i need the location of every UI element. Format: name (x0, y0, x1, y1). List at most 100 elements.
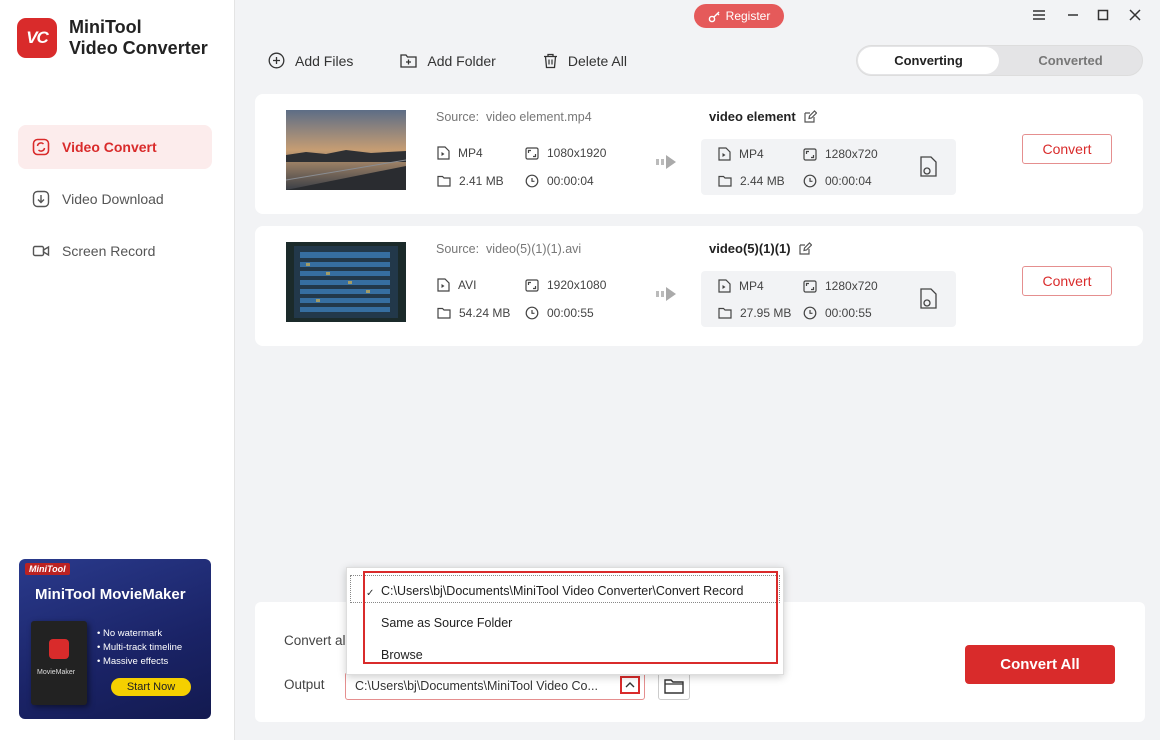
size-value: 2.41 MB (459, 174, 504, 188)
convert-button[interactable]: Convert (1022, 134, 1112, 164)
delete-all-button[interactable]: Delete All (543, 53, 627, 69)
resolution-icon (525, 278, 539, 292)
folder-icon (718, 307, 732, 319)
convert-all-to-label: Convert all (284, 633, 349, 648)
sidebar-item-video-convert[interactable]: Video Convert (18, 125, 212, 169)
convert-all-button[interactable]: Convert All (965, 645, 1115, 684)
sidebar-item-screen-record[interactable]: Screen Record (18, 229, 212, 273)
settings-gear-icon[interactable] (920, 288, 938, 310)
source-resolution: 1080x1920 (525, 146, 606, 160)
video-thumbnail[interactable] (286, 110, 406, 190)
source-label: Source: (436, 110, 480, 124)
delete-all-label: Delete All (567, 52, 627, 69)
size-value: 54.24 MB (459, 306, 511, 320)
key-icon (708, 11, 720, 22)
add-files-label: Add Files (295, 52, 354, 69)
source-filename: video(5)(1)(1).avi (486, 242, 582, 256)
status-tabs: Converting Converted (856, 45, 1143, 76)
format-value: MP4 (739, 279, 764, 293)
duration-value: 00:00:04 (825, 174, 872, 188)
chevron-up-icon[interactable] (620, 676, 640, 694)
output-settings-box[interactable]: MP4 1280x720 27.95 MB 00:00:55 (701, 271, 956, 327)
output-duration: 00:00:04 (803, 174, 872, 188)
output-path-select[interactable]: C:\Users\bj\Documents\MiniTool Video Co.… (345, 672, 645, 700)
add-folder-button[interactable]: Add Folder (400, 52, 496, 69)
clock-icon (525, 306, 539, 320)
format-value: MP4 (739, 147, 764, 161)
sidebar-nav: Video Convert Video Download Screen Reco… (18, 125, 212, 281)
sidebar-item-label: Screen Record (62, 243, 156, 259)
browse-folder-button[interactable] (658, 672, 690, 700)
tab-converting[interactable]: Converting (858, 47, 999, 74)
folder-icon (437, 175, 451, 187)
folder-icon (664, 679, 684, 694)
maximize-icon[interactable] (1096, 8, 1110, 22)
app-logo: VC MiniTool Video Converter (17, 17, 208, 59)
output-settings-box[interactable]: MP4 1280x720 2.44 MB 00:00:04 (701, 139, 956, 195)
moviemaker-logo-icon (49, 639, 69, 659)
edit-icon[interactable] (804, 110, 817, 123)
edit-icon[interactable] (799, 242, 812, 255)
ad-brand: MiniTool (25, 563, 70, 575)
source-filename: video element.mp4 (486, 110, 592, 124)
close-icon[interactable] (1128, 8, 1142, 22)
toolbar: Add Files Add Folder Delete All (268, 52, 674, 69)
register-button[interactable]: Register (694, 4, 784, 28)
resolution-value: 1280x720 (825, 279, 878, 293)
resolution-value: 1080x1920 (547, 146, 607, 160)
source-size: 54.24 MB (437, 306, 510, 320)
file-format-icon (437, 146, 450, 160)
output-format: MP4 (718, 147, 764, 161)
ad-title: MiniTool MovieMaker (35, 586, 186, 603)
file-card: Source: video element.mp4 MP4 1080x1920 … (255, 94, 1143, 214)
start-now-button[interactable]: Start Now (111, 678, 191, 696)
output-path-value: C:\Users\bj\Documents\MiniTool Video Co.… (355, 679, 598, 693)
output-size: 27.95 MB (718, 306, 791, 320)
ad-feature: • Massive effects (97, 656, 169, 667)
output-resolution: 1280x720 (803, 279, 878, 293)
source-info: Source: video element.mp4 (436, 110, 592, 124)
source-size: 2.41 MB (437, 174, 504, 188)
file-format-icon (718, 279, 731, 293)
output-name: video element (709, 109, 817, 124)
arrow-right-icon (656, 287, 676, 301)
output-duration: 00:00:55 (803, 306, 872, 320)
file-format-icon (718, 147, 731, 161)
sidebar: VC MiniTool Video Converter Video Conver… (0, 0, 235, 740)
add-folder-label: Add Folder (427, 52, 496, 69)
trash-icon (543, 53, 557, 68)
format-value: MP4 (458, 146, 483, 160)
download-icon (32, 190, 50, 208)
resolution-value: 1920x1080 (547, 278, 607, 292)
tab-converted[interactable]: Converted (1000, 47, 1141, 74)
output-format: MP4 (718, 279, 764, 293)
add-folder-icon (400, 54, 418, 68)
ad-box-label: MovieMaker (37, 669, 76, 676)
app-name-line2: Video Converter (69, 38, 208, 58)
convert-icon (32, 138, 50, 156)
minimize-icon[interactable] (1066, 8, 1080, 22)
app-name-line1: MiniTool (69, 17, 142, 37)
output-resolution: 1280x720 (803, 147, 878, 161)
resolution-icon (525, 146, 539, 160)
app-logo-icon: VC (17, 18, 57, 58)
add-files-button[interactable]: Add Files (268, 52, 353, 69)
highlight-box (363, 571, 778, 664)
sidebar-item-video-download[interactable]: Video Download (18, 177, 212, 221)
moviemaker-ad[interactable]: MiniTool MiniTool MovieMaker MovieMaker … (19, 559, 211, 719)
convert-button[interactable]: Convert (1022, 266, 1112, 296)
resolution-icon (803, 147, 817, 161)
register-label: Register (725, 9, 771, 23)
settings-gear-icon[interactable] (920, 156, 938, 178)
resolution-value: 1280x720 (825, 147, 878, 161)
duration-value: 00:00:55 (547, 306, 594, 320)
menu-icon[interactable] (1032, 8, 1046, 22)
video-thumbnail[interactable] (286, 242, 406, 322)
duration-value: 00:00:04 (547, 174, 594, 188)
source-format: MP4 (437, 146, 483, 160)
source-duration: 00:00:04 (525, 174, 594, 188)
output-filename: video element (709, 109, 796, 124)
duration-value: 00:00:55 (825, 306, 872, 320)
clock-icon (803, 174, 817, 188)
source-resolution: 1920x1080 (525, 278, 606, 292)
